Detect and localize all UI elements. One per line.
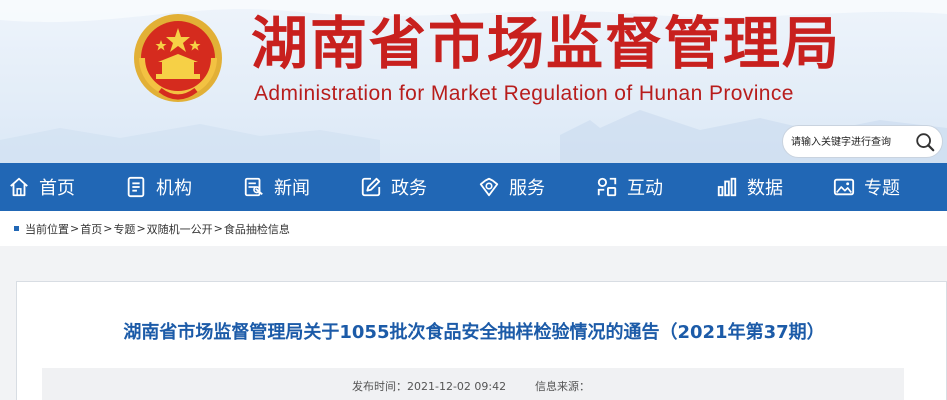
interaction-icon	[597, 177, 617, 197]
nav-item-home[interactable]: 首页	[8, 163, 75, 211]
organization-icon	[127, 176, 145, 198]
breadcrumb-link-topics[interactable]: 专题	[113, 221, 135, 237]
breadcrumb-current-label: 当前位置	[25, 222, 69, 236]
service-icon	[479, 177, 499, 197]
edit-icon	[361, 177, 381, 197]
nav-item-organization[interactable]: 机构	[125, 163, 192, 211]
breadcrumb-separator: >	[136, 222, 146, 235]
breadcrumb-separator: >	[70, 222, 80, 235]
nav-item-topics[interactable]: 专题	[833, 163, 900, 211]
nav-item-label: 首页	[39, 178, 75, 199]
search-input[interactable]	[791, 134, 909, 150]
site-title: 湖南省市场监督管理局	[251, 11, 841, 77]
main-navigation: 首页 机构 新闻 政务 服务 互动 数据 专题	[0, 163, 947, 211]
article-container: 湖南省市场监督管理局关于1055批次食品安全抽样检验情况的通告（2021年第37…	[16, 281, 947, 400]
nav-item-label: 政务	[391, 178, 427, 199]
breadcrumb-separator: >	[103, 222, 113, 235]
site-subtitle: Administration for Market Regulation of …	[254, 82, 794, 105]
nav-item-government-affairs[interactable]: 政务	[360, 163, 427, 211]
article-title: 湖南省市场监督管理局关于1055批次食品安全抽样检验情况的通告（2021年第37…	[123, 322, 825, 343]
search-box	[782, 125, 943, 158]
nav-item-label: 服务	[509, 178, 545, 199]
site-header: 湖南省市场监督管理局 Administration for Market Reg…	[0, 0, 947, 163]
published-time: 发布时间：2021-12-02 09:42	[352, 378, 506, 394]
nav-item-data[interactable]: 数据	[716, 163, 783, 211]
breadcrumb: 当前位置 > 首页 > 专题 > 双随机一公开 > 食品抽检信息	[0, 211, 947, 246]
nav-item-label: 机构	[156, 178, 192, 199]
national-emblem-icon	[134, 14, 222, 102]
breadcrumb-link-home[interactable]: 首页	[80, 221, 102, 237]
nav-item-service[interactable]: 服务	[478, 163, 545, 211]
image-icon	[833, 178, 855, 196]
nav-item-label: 专题	[864, 178, 900, 199]
breadcrumb-separator: >	[213, 222, 223, 235]
data-chart-icon	[717, 177, 737, 197]
nav-item-label: 互动	[627, 178, 663, 199]
published-value: 2021-12-02 09:42	[407, 380, 507, 393]
nav-item-interaction[interactable]: 互动	[596, 163, 663, 211]
nav-item-label: 数据	[747, 178, 783, 199]
source-label: 信息来源：	[535, 380, 590, 393]
breadcrumb-link-double-random[interactable]: 双随机一公开	[147, 221, 213, 237]
breadcrumb-marker-icon	[14, 226, 19, 231]
home-icon	[10, 177, 28, 197]
breadcrumb-link-food-inspection[interactable]: 食品抽检信息	[224, 221, 290, 237]
published-label: 发布时间：	[352, 380, 407, 393]
news-icon	[244, 177, 263, 197]
article-meta-bar: 发布时间：2021-12-02 09:42 信息来源：	[42, 368, 904, 400]
nav-item-news[interactable]: 新闻	[243, 163, 310, 211]
content-spacer	[0, 246, 947, 266]
search-icon[interactable]	[914, 131, 936, 153]
nav-item-label: 新闻	[274, 178, 310, 199]
